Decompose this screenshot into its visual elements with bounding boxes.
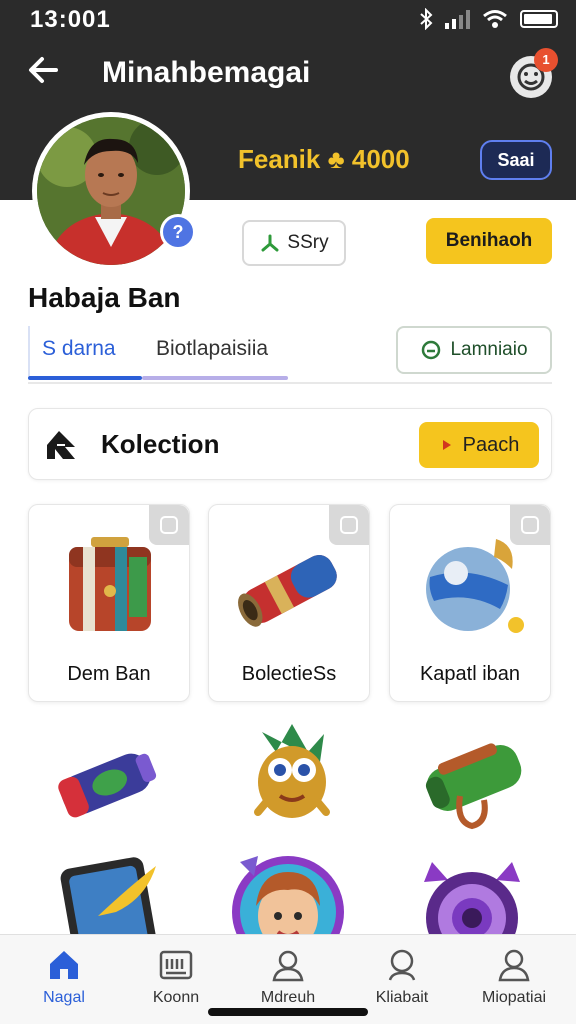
header-action-button[interactable]: Saai <box>480 140 552 180</box>
play-arrow-icon <box>442 440 451 450</box>
collection-button-label: Paach <box>462 433 520 456</box>
treasure-chest-icon <box>69 537 151 631</box>
battery-icon <box>520 10 558 28</box>
outline-button-label: Lamniaio <box>450 339 528 360</box>
tab-second[interactable]: Biotlapaisiia <box>144 326 288 376</box>
coins-display: Feanik ♣ 4000 <box>238 144 410 174</box>
bottle-icon <box>58 753 157 818</box>
home-indicator <box>208 1008 368 1016</box>
nav-item-search[interactable]: Kliabait <box>352 947 452 1017</box>
cannon-icon <box>238 555 337 627</box>
home-icon <box>50 951 78 979</box>
orb-icon <box>426 539 524 633</box>
nav-item-keyboard[interactable]: Koonn <box>126 947 226 1017</box>
outline-button[interactable]: Lamniaio <box>396 326 552 374</box>
back-button[interactable] <box>26 52 66 92</box>
tab-bar: S darna Biotlapaisiia Lamniaio <box>28 326 552 384</box>
profile-icon <box>498 949 530 982</box>
stat-chip[interactable]: SSry <box>242 220 346 266</box>
person-icon <box>272 950 304 982</box>
search-person-icon <box>388 949 416 981</box>
stat-chip-label: SSry <box>287 232 329 253</box>
tab-first[interactable]: S darna <box>28 326 142 376</box>
item-card[interactable]: Kapatl iban <box>389 504 551 702</box>
nav-item-person[interactable]: Mdreuh <box>238 947 338 1017</box>
nav-label: Kliabait <box>375 989 429 1006</box>
notification-badge: 1 <box>534 48 558 72</box>
item-card[interactable]: BolectieSs <box>208 504 370 702</box>
item-name: Dem Ban <box>67 663 151 685</box>
tab-baseline <box>28 382 552 384</box>
nav-label: Nagal <box>43 989 85 1006</box>
collection-header-card: Kolection Paach <box>28 408 552 480</box>
creature-icon <box>254 724 330 818</box>
item-card[interactable]: Dem Ban <box>28 504 190 702</box>
collection-logo-icon <box>47 431 75 459</box>
nav-item-home[interactable]: Nagal <box>14 947 114 1017</box>
arrow-left-icon <box>29 57 58 83</box>
wifi-icon <box>483 10 507 28</box>
share-node-icon <box>261 234 279 252</box>
signal-icon <box>445 9 470 29</box>
status-time: 13:001 <box>30 6 111 33</box>
status-bar: 13:001 <box>0 0 576 40</box>
verify-badge: ? <box>160 214 196 250</box>
nav-label: Miopatiai <box>481 989 547 1006</box>
nav-label: Mdreuh <box>260 989 316 1006</box>
tab-indicator-secondary <box>142 376 288 380</box>
nav-label: Koonn <box>152 989 200 1006</box>
page-title: Minahbemagai <box>102 56 311 89</box>
circle-minus-icon <box>422 340 441 360</box>
collection-title: Kolection <box>101 429 220 459</box>
status-icons <box>419 8 558 30</box>
profile-action-button[interactable]: Benihaoh <box>426 218 552 264</box>
bluetooth-icon <box>420 8 433 30</box>
keyboard-icon <box>159 950 193 980</box>
green-bracelet-icon <box>425 743 522 830</box>
collection-action-button[interactable]: Paach <box>419 422 539 468</box>
nav-item-profile[interactable]: Miopatiai <box>464 947 564 1017</box>
username: Habaja Ban <box>28 282 181 313</box>
tab-indicator-active <box>28 376 142 380</box>
item-name: BolectieSs <box>241 663 337 685</box>
item-name: Kapatl iban <box>419 663 521 685</box>
